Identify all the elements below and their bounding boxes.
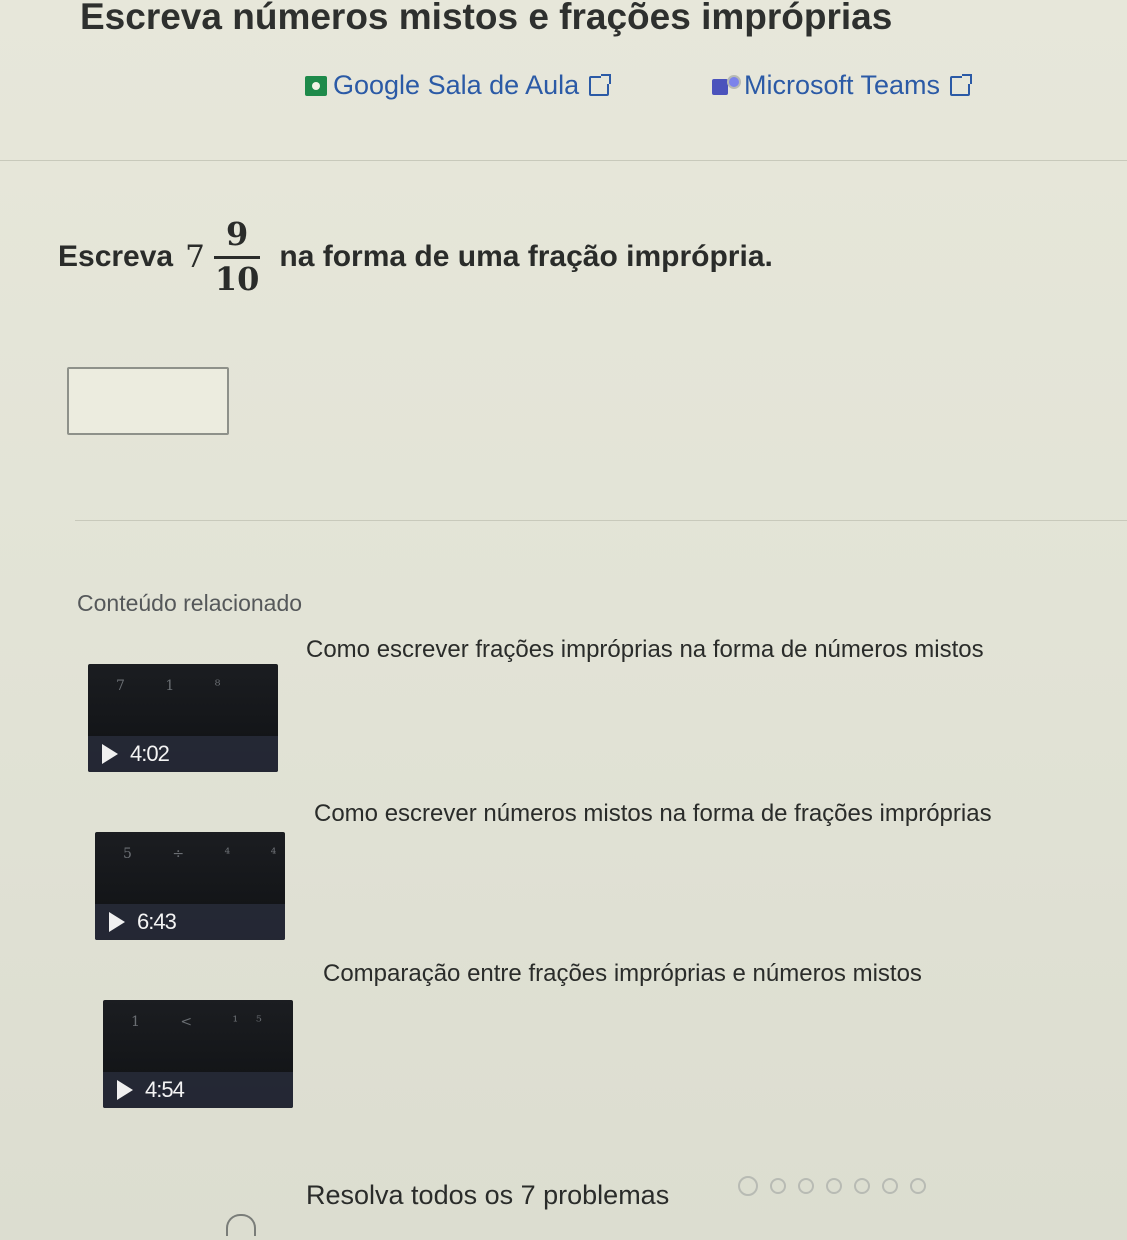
- video-play-bar: 6:43: [95, 904, 285, 940]
- play-icon: [102, 744, 118, 764]
- progress-dot: [910, 1178, 926, 1194]
- answer-input[interactable]: [67, 367, 229, 435]
- microsoft-teams-label: Microsoft Teams: [744, 70, 941, 100]
- video-thumbnail[interactable]: 7 1 ⁸ 4:02: [88, 664, 278, 772]
- progress-dot: [738, 1176, 758, 1196]
- progress-dot: [798, 1178, 814, 1194]
- google-classroom-share-link[interactable]: Google Sala de Aula: [305, 70, 612, 101]
- retry-icon[interactable]: [226, 1214, 256, 1236]
- progress-dot: [854, 1178, 870, 1194]
- video-duration: 6:43: [137, 909, 177, 934]
- thumbnail-drawing: 5 ÷ ⁴ ⁴: [123, 846, 285, 862]
- microsoft-teams-icon: [712, 74, 741, 97]
- question-suffix: na forma de uma fração imprópria.: [279, 240, 773, 274]
- fraction-bar: [214, 255, 261, 259]
- problems-remaining-label: Resolva todos os 7 problemas: [306, 1180, 670, 1210]
- play-icon: [109, 912, 125, 932]
- question-prompt: Escreva 7 9 10 na forma de uma fração im…: [58, 215, 773, 298]
- related-video-item[interactable]: 5 ÷ ⁴ ⁴ 6:43 Como escrever números misto…: [0, 800, 1127, 940]
- related-video-item[interactable]: 7 1 ⁸ 4:02 Como escrever frações imprópr…: [0, 632, 1127, 772]
- video-title-link[interactable]: Como escrever números mistos na forma de…: [314, 800, 992, 828]
- progress-dot: [826, 1178, 842, 1194]
- divider: [75, 520, 1127, 521]
- progress-dot: [882, 1178, 898, 1194]
- thumbnail-drawing: 1 < ¹⁵: [131, 1014, 280, 1030]
- mixed-number: 7 9 10: [185, 215, 266, 298]
- fraction: 9 10: [209, 215, 266, 298]
- related-video-item[interactable]: 1 < ¹⁵ 4:54 Comparação entre frações imp…: [0, 960, 1127, 1108]
- question-prefix: Escreva: [58, 240, 174, 274]
- related-content-heading: Conteúdo relacionado: [77, 590, 303, 616]
- video-title-link[interactable]: Como escrever frações impróprias na form…: [306, 636, 984, 664]
- progress-dot: [770, 1178, 786, 1194]
- fraction-numerator: 9: [225, 215, 249, 253]
- fraction-denominator: 10: [214, 259, 260, 298]
- google-classroom-icon: [305, 75, 327, 96]
- external-link-icon: [589, 73, 612, 96]
- exercise-page: Escreva números mistos e frações imprópr…: [0, 0, 1127, 1240]
- video-play-bar: 4:02: [88, 736, 278, 772]
- video-duration: 4:02: [130, 741, 170, 766]
- video-title-link[interactable]: Comparação entre frações impróprias e nú…: [323, 960, 922, 988]
- video-thumbnail[interactable]: 1 < ¹⁵ 4:54: [103, 1000, 293, 1108]
- external-link-icon: [950, 73, 973, 96]
- progress-footer: Resolva todos os 7 problemas: [220, 1170, 1100, 1236]
- mixed-number-whole: 7: [185, 239, 205, 276]
- video-play-bar: 4:54: [103, 1072, 293, 1108]
- microsoft-teams-share-link[interactable]: Microsoft Teams: [712, 70, 973, 101]
- google-classroom-label: Google Sala de Aula: [333, 70, 580, 100]
- thumbnail-drawing: 7 1 ⁸: [116, 678, 239, 694]
- video-thumbnail[interactable]: 5 ÷ ⁴ ⁴ 6:43: [95, 832, 285, 940]
- divider: [0, 160, 1127, 161]
- page-title: Escreva números mistos e frações imprópr…: [80, 0, 893, 37]
- play-icon: [117, 1080, 133, 1100]
- share-row: Google Sala de Aula Microsoft Teams: [0, 70, 1127, 114]
- problem-progress-dots: [738, 1176, 926, 1196]
- video-duration: 4:54: [145, 1077, 185, 1102]
